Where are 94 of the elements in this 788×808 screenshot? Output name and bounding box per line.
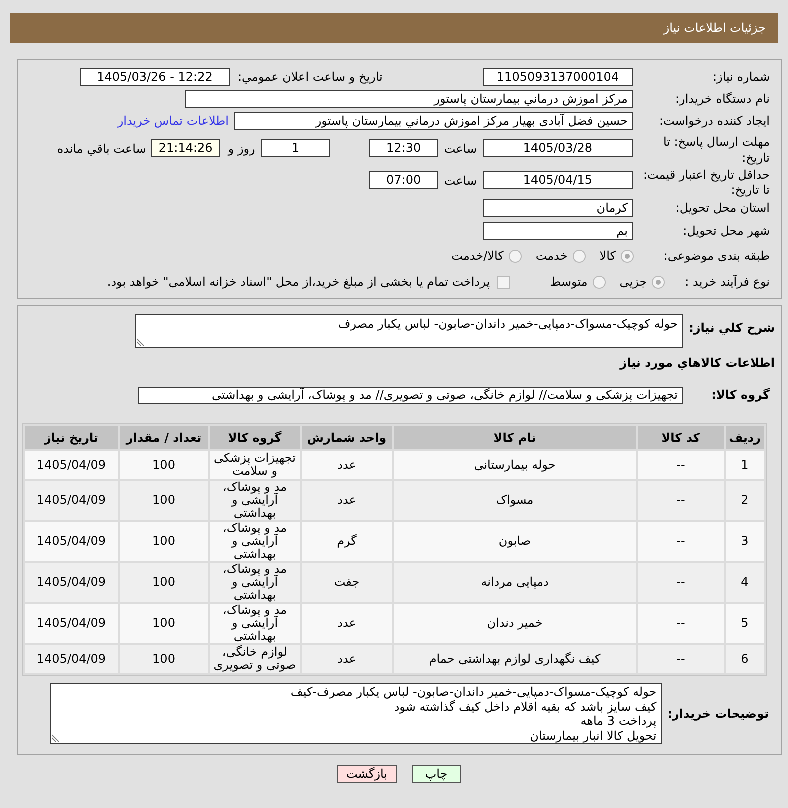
table-cell-text: لوازم خانگی، صوتی و تصویری <box>212 645 298 673</box>
table-cell-text: -- <box>676 492 686 509</box>
table-cell-text: جفت <box>333 574 361 591</box>
resize-grip-icon[interactable] <box>52 734 60 742</box>
column-header: گروه کالا <box>210 426 300 449</box>
field-label: شماره نیاز: <box>712 69 770 86</box>
city-field[interactable]: بم <box>483 222 633 240</box>
table-cell-text: -- <box>676 615 686 632</box>
radio-label: کالا/خدمت <box>452 248 504 265</box>
table-cell-text: مسواک <box>495 492 535 509</box>
table-cell-text: مد و پوشاک، آرایشی و بهداشتی <box>222 563 288 602</box>
table-cell-text: 100 <box>152 615 176 632</box>
table-cell-text: خمیر دندان <box>486 615 544 632</box>
table-cell-text: 100 <box>152 650 176 668</box>
resize-grip-icon[interactable] <box>137 338 145 346</box>
need-number-field[interactable]: 1105093137000104 <box>483 68 633 86</box>
table-cell-text: -- <box>676 574 686 591</box>
table-cell-text: گرم <box>336 533 358 550</box>
table-cell-text: مد و پوشاک، آرایشی و بهداشتی <box>222 481 288 520</box>
page-title: جزئیات اطلاعات نیاز <box>664 20 766 37</box>
section-title: اطلاعات کالاهاي مورد نیاز <box>618 355 776 371</box>
field-label: مهلت ارسال پاسخ: تا تاریخ: <box>662 134 770 166</box>
table-cell-text: عدد <box>336 456 358 474</box>
table-cell-text: 1405/04/09 <box>36 533 108 550</box>
time-field[interactable]: 07:00 <box>369 171 438 189</box>
table-cell-text: مد و پوشاک، آرایشی و بهداشتی <box>222 522 288 561</box>
print-button[interactable]: چاپ <box>412 765 461 783</box>
remaining-time-field[interactable]: 21:14:26 <box>151 139 220 157</box>
contact-info-link[interactable]: اطلاعات تماس خریدار <box>118 112 229 130</box>
table-cell-text: 4 <box>740 574 750 591</box>
field-label: شهر محل تحویل: <box>682 223 770 240</box>
buyer-organization-field[interactable]: مرکز اموزش درماني بيمارستان پاستور <box>185 90 633 108</box>
field-label: شرح کلي نیاز: <box>688 320 775 337</box>
field-label: نام دستگاه خریدار: <box>674 91 770 108</box>
table-cell-text: 1405/04/09 <box>36 650 108 668</box>
column-header: نام کالا <box>394 426 636 449</box>
days-label: روز و <box>228 141 256 158</box>
notes-field[interactable]: حوله کوچیک-مسواک-دمپایی-خمیر داندان-صابون- لباس یکبار مصرف-کیف کیف سایز باشد که بقیه اقلام داخل کیف گذاشته شود پرداخت 3 ماهه تحویل کالا انبار بیمارستان <box>50 683 662 744</box>
table-cell-text: 100 <box>152 456 176 474</box>
table-cell-text: 2 <box>740 492 750 509</box>
radio-label: خدمت <box>536 248 568 265</box>
goods-group-field[interactable]: تجهیزات پزشکی و سلامت// لوازم خانگی، صوتی و تصویری// مد و پوشاک، آرایشی و بهداشتی <box>138 386 683 404</box>
date-field[interactable]: 1405/04/15 <box>483 171 633 189</box>
time-field[interactable]: 12:30 <box>369 139 438 157</box>
requester-field[interactable]: حسين فضل آبادی بهيار مرکز اموزش درماني بيمارستان پاستور <box>234 112 633 130</box>
column-header: کد کالا <box>638 426 724 449</box>
field-label: نوع فرآیند خرید : <box>685 274 770 291</box>
back-button[interactable]: بازگشت <box>337 765 397 783</box>
date-field[interactable]: 1405/03/28 <box>483 139 633 157</box>
table-cell-text: -- <box>676 456 686 474</box>
table-cell-text: کیف نگهداری لوازم بهداشتی حمام <box>428 650 602 668</box>
table-cell-text: دمپایی مردانه <box>480 574 550 591</box>
table-cell-text: عدد <box>336 615 358 632</box>
announcement-date-field[interactable]: 1405/03/26 - 12:22 <box>80 68 230 86</box>
description-field[interactable]: حوله کوچیک-مسواک-دمپایی-خمیر داندان-صابون- لباس یکبار مصرف <box>135 314 683 348</box>
days-field[interactable]: 1 <box>261 139 330 157</box>
field-label: توضیحات خریدار: <box>666 706 769 722</box>
table-cell-text: حوله بیمارستانی <box>473 456 557 474</box>
table-cell-text: 3 <box>740 533 750 550</box>
time-label: ساعت <box>444 173 477 190</box>
table-cell-text: 1 <box>740 456 750 474</box>
field-label: تاریخ و ساعت اعلان عمومي: <box>238 69 383 86</box>
field-label: حداقل تاریخ اعتبار قیمت: تا تاریخ: <box>642 168 770 198</box>
table-cell-text: مد و پوشاک، آرایشی و بهداشتی <box>222 604 288 643</box>
table-cell-text: -- <box>676 533 686 550</box>
field-label: گروه کالا: <box>710 387 770 404</box>
radio-label: جزیی <box>620 274 648 291</box>
table-cell-text: 1405/04/09 <box>36 574 108 591</box>
table-cell-text: -- <box>676 650 686 668</box>
table-cell-text: 6 <box>740 650 750 668</box>
column-header: تاریخ نیاز <box>25 426 118 449</box>
table-cell-text: 100 <box>152 533 176 550</box>
table-cell-text: 1405/04/09 <box>36 456 108 474</box>
time-label: ساعت <box>444 141 477 158</box>
table-cell-text: 100 <box>152 492 176 509</box>
table-cell-text: صابون <box>498 533 532 550</box>
table-cell-text: 5 <box>740 615 750 632</box>
column-header: واحد شمارش <box>302 426 392 449</box>
field-label: طبقه بندی موضوعی: <box>662 248 770 265</box>
radio-label: کالا <box>600 248 616 265</box>
radio-label: متوسط <box>550 274 588 291</box>
field-label: ایجاد کننده درخواست: <box>658 113 770 130</box>
table-cell-text: 1405/04/09 <box>36 615 108 632</box>
remaining-time-label: ساعت باقي مانده <box>57 141 146 158</box>
field-label: استان محل تحویل: <box>674 200 770 217</box>
table-cell-text: 1405/04/09 <box>36 492 108 509</box>
column-header: ردیف <box>726 426 764 449</box>
table-cell-text: 100 <box>152 574 176 591</box>
column-header: تعداد / مقدار <box>120 426 208 449</box>
table-cell-text: عدد <box>336 650 358 668</box>
table-cell-text: عدد <box>336 492 358 509</box>
table-cell-text: تجهیزات پزشکی و سلامت <box>213 451 297 479</box>
checkbox-label: پرداخت تمام یا بخشی از مبلغ خرید،از محل "اسناد خزانه اسلامی" خواهد بود. <box>107 274 490 291</box>
province-field[interactable]: کرمان <box>483 199 633 217</box>
